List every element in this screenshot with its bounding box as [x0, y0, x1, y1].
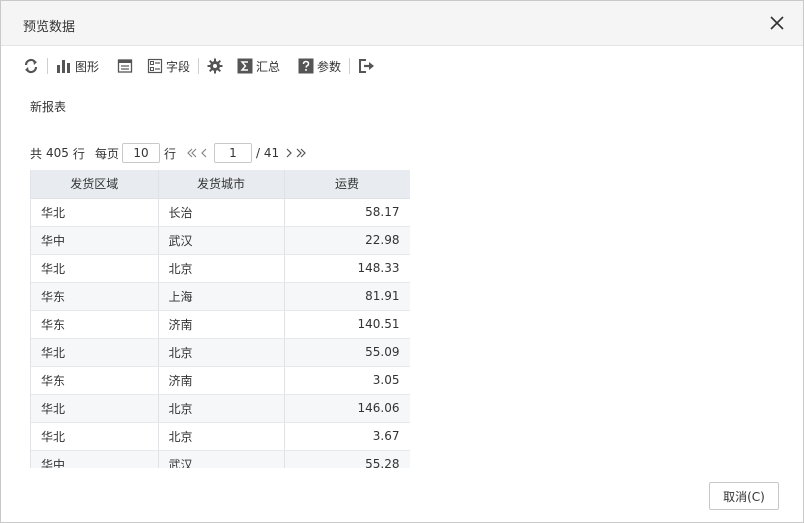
last-page-icon[interactable]	[295, 143, 307, 163]
sigma-icon	[237, 58, 253, 74]
page-number-input[interactable]	[213, 143, 252, 163]
settings-button[interactable]	[207, 55, 223, 77]
table-cell: 146.06	[284, 394, 410, 423]
table-cell: 华北	[31, 394, 159, 423]
toolbar-divider	[47, 58, 48, 74]
table-cell: 北京	[158, 254, 285, 283]
bar-chart-icon	[57, 60, 70, 73]
per-page-input[interactable]	[121, 143, 160, 163]
question-icon	[298, 58, 314, 74]
column-header[interactable]: 运费	[284, 170, 410, 199]
table-row: 华北 北京 148.33	[31, 254, 410, 283]
table-row: 华北 北京 146.06	[31, 394, 410, 423]
table-cell: 3.67	[284, 422, 410, 451]
total-prefix: 共	[30, 146, 43, 161]
data-grid: 发货区域 发货城市 运费 华北 长治 58.17 华中 武汉 22.98 华北 北京 148…	[30, 170, 410, 468]
table-cell: 华东	[31, 366, 159, 395]
table-cell: 华北	[31, 254, 159, 283]
table-header-row: 发货区域 发货城市 运费	[31, 170, 410, 199]
table-cell: 华中	[31, 226, 159, 255]
table-cell: 武汉	[158, 226, 285, 255]
field-button[interactable]: 字段	[147, 55, 190, 77]
toolbar-divider	[198, 58, 200, 74]
table-row: 华中 武汉 22.98	[31, 226, 410, 255]
table-cell: 华中	[31, 450, 159, 468]
total-pages: / 41	[255, 146, 280, 160]
first-page-icon[interactable]	[186, 143, 198, 163]
table-row: 华北 北京 3.67	[31, 422, 410, 451]
close-icon[interactable]	[769, 15, 785, 31]
table-cell: 55.28	[284, 450, 410, 468]
column-header[interactable]: 发货城市	[158, 170, 285, 199]
toolbar: 图形 字段 汇总 参数	[23, 55, 375, 77]
layout-button[interactable]	[117, 55, 133, 77]
per-page-suffix: 行	[163, 146, 176, 161]
table-cell: 济南	[158, 310, 285, 339]
chart-button-label: 图形	[75, 59, 100, 74]
param-button-label: 参数	[317, 59, 342, 74]
table-cell: 55.09	[284, 338, 410, 367]
total-row-unit: 行	[72, 146, 85, 161]
table-cell: 148.33	[284, 254, 410, 283]
pagination-bar: 共 405 行 每页 行 / 41	[30, 143, 307, 163]
refresh-button[interactable]	[23, 55, 39, 77]
table-cell: 华东	[31, 282, 159, 311]
export-button[interactable]	[358, 55, 375, 77]
column-header[interactable]: 发货区域	[31, 170, 159, 199]
prev-page-icon[interactable]	[198, 143, 210, 163]
table-cell: 81.91	[284, 282, 410, 311]
param-button[interactable]: 参数	[298, 55, 341, 77]
cancel-button[interactable]: 取消(C)	[709, 482, 779, 510]
total-count: 405	[46, 146, 69, 160]
field-button-label: 字段	[166, 59, 191, 74]
table-cell: 华北	[31, 338, 159, 367]
table-cell: 济南	[158, 366, 285, 395]
table-cell: 武汉	[158, 450, 285, 468]
table-row: 华东 上海 81.91	[31, 282, 410, 311]
table-cell: 北京	[158, 394, 285, 423]
table-cell: 华北	[31, 422, 159, 451]
table-cell: 3.05	[284, 366, 410, 395]
data-table: 发货区域 发货城市 运费 华北 长治 58.17 华中 武汉 22.98 华北 北京 148…	[31, 170, 410, 468]
exit-icon	[359, 59, 375, 73]
table-cell: 140.51	[284, 310, 410, 339]
table-cell: 华北	[31, 198, 159, 227]
next-page-icon[interactable]	[283, 143, 295, 163]
table-row: 华北 北京 55.09	[31, 338, 410, 367]
refresh-icon	[24, 58, 38, 74]
toolbar-divider	[349, 58, 351, 74]
table-cell: 上海	[158, 282, 285, 311]
table-row: 华中 武汉 55.28	[31, 450, 410, 468]
table-cell: 长治	[158, 198, 285, 227]
summary-button[interactable]: 汇总	[237, 55, 280, 77]
report-name: 新报表	[30, 100, 67, 114]
preview-dialog: 预览数据 图形 字段 汇总 参数 新报表 共 405 行 每页 10 行 1 /…	[0, 0, 804, 523]
dialog-titlebar: 预览数据	[1, 1, 803, 46]
dialog-title: 预览数据	[23, 20, 76, 35]
table-row: 华北 长治 58.17	[31, 198, 410, 227]
table-cell: 22.98	[284, 226, 410, 255]
table-row: 华东 济南 3.05	[31, 366, 410, 395]
table-cell: 58.17	[284, 198, 410, 227]
field-icon	[147, 58, 163, 74]
chart-button[interactable]: 图形	[56, 55, 99, 77]
per-page-prefix: 每页	[94, 146, 119, 161]
table-cell: 北京	[158, 338, 285, 367]
table-row: 华东 济南 140.51	[31, 310, 410, 339]
summary-button-label: 汇总	[256, 59, 281, 74]
table-cell: 北京	[158, 422, 285, 451]
gear-icon	[207, 58, 223, 74]
table-cell: 华东	[31, 310, 159, 339]
layout-icon	[117, 59, 133, 73]
